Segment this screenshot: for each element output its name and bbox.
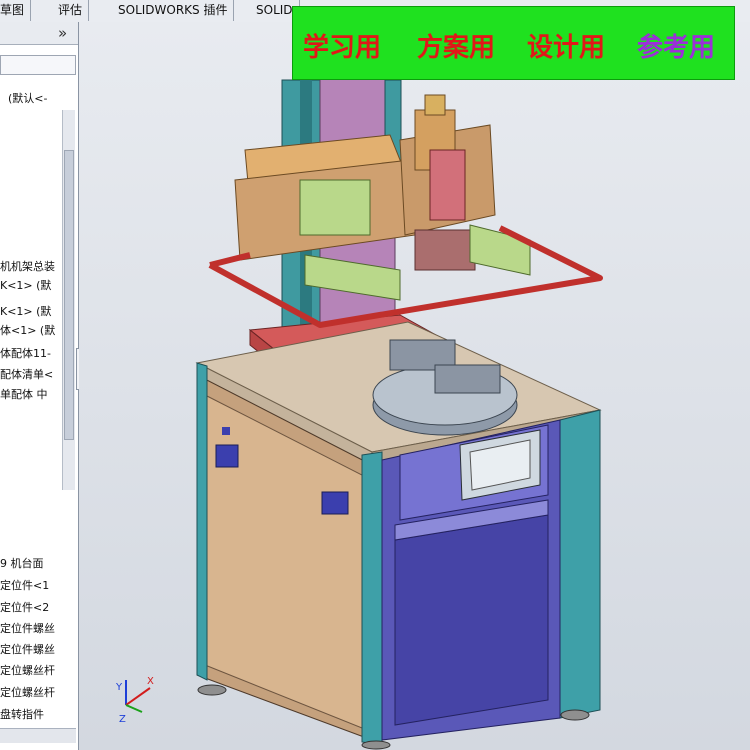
triad-z-label: Z xyxy=(119,714,126,725)
banner-text-study: 学习用 xyxy=(303,33,382,63)
machine-model-view: X Y Z xyxy=(115,69,603,750)
rotary-indexer xyxy=(372,339,518,436)
cabinet-right-side xyxy=(381,419,561,741)
banner-text-plan: 方案用 xyxy=(417,33,496,63)
triad-y-label: Y xyxy=(115,682,123,693)
banner-text-reference: 参考用 xyxy=(637,33,716,63)
watermark-banner: 学习用 方案用 设计用 参考用 xyxy=(292,6,735,80)
triad-x-label: X xyxy=(147,676,154,687)
banner-text-design: 设计用 xyxy=(527,33,606,63)
